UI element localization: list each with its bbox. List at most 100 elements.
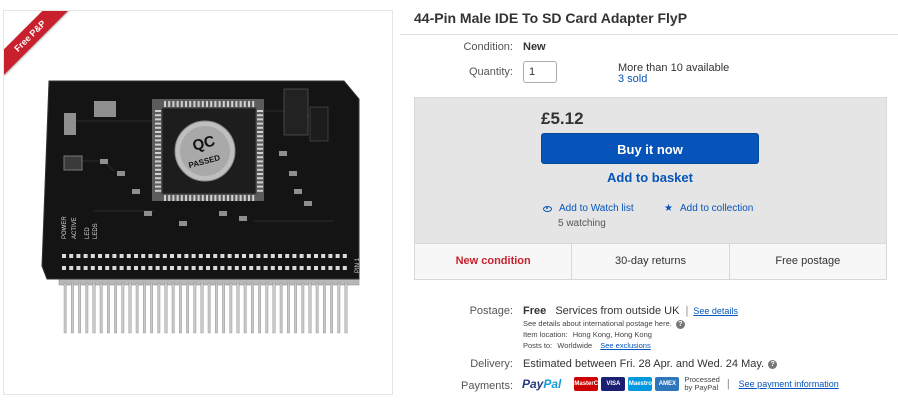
feature-free-postage: Free postage	[775, 255, 841, 267]
delivery-help-icon[interactable]: ?	[768, 359, 778, 369]
chip-leg	[197, 195, 200, 201]
see-payment-info-link[interactable]: See payment information	[739, 379, 839, 389]
header-pin	[114, 282, 118, 334]
header-pin	[207, 282, 211, 334]
chip-leg	[243, 195, 246, 201]
header-hole	[249, 266, 254, 270]
chip-leg	[155, 185, 161, 188]
chip-leg	[155, 122, 161, 125]
chip-leg	[210, 195, 213, 201]
header-hole	[162, 266, 167, 270]
chip-leg	[189, 195, 192, 201]
add-to-basket-button[interactable]: Add to basket	[541, 170, 759, 185]
header-hole	[242, 266, 246, 270]
header-hole	[299, 254, 304, 258]
chip-leg	[155, 181, 161, 184]
header-pin	[272, 282, 276, 334]
header-hole	[321, 266, 326, 270]
chip-leg	[218, 195, 221, 201]
feature-new-condition: New condition	[415, 244, 573, 279]
chip-leg	[214, 101, 217, 107]
chip-leg	[257, 131, 263, 133]
header-hole	[278, 254, 282, 258]
header-pin	[229, 282, 233, 334]
board-label-led: LED	[85, 227, 91, 239]
header-hole	[134, 266, 138, 270]
board-label-leds: LEDS	[93, 223, 99, 239]
header-pin	[279, 282, 283, 334]
header-hole	[134, 254, 138, 258]
help-icon[interactable]: ?	[675, 319, 685, 329]
product-image[interactable]: QC PASSED POWER ACTIVE LED LEDS PIN 1 Fr…	[3, 10, 393, 395]
chip-leg	[168, 101, 171, 107]
processed-by-paypal: Processed by PayPal	[684, 375, 720, 392]
header-pin	[258, 282, 261, 334]
chip-leg	[206, 101, 208, 107]
chip-leg	[155, 110, 161, 112]
buy-it-now-button[interactable]: Buy it now	[541, 133, 759, 164]
chip-leg	[155, 156, 161, 159]
header-hole	[126, 266, 131, 270]
chip-leg	[197, 101, 200, 107]
chip-leg	[193, 195, 196, 201]
chip-leg	[257, 156, 263, 159]
sold-count-link[interactable]: 3 sold	[618, 73, 647, 85]
delivery-label: Delivery:	[470, 358, 513, 370]
chip-leg	[155, 160, 161, 163]
header-hole	[148, 266, 153, 270]
chip-leg	[257, 122, 263, 125]
board-label-active: ACTIVE	[72, 217, 78, 239]
chip-leg	[164, 101, 166, 107]
chip-leg	[227, 195, 229, 201]
header-pin	[315, 282, 319, 334]
chip-leg	[248, 101, 250, 107]
header-pin	[294, 282, 297, 334]
header-pin	[236, 282, 240, 334]
adapter-board-image: QC PASSED POWER ACTIVE LED LEDS PIN 1	[41, 80, 361, 334]
add-to-collection-link[interactable]: ★ Add to collection	[664, 203, 753, 214]
watching-count: 5 watching	[558, 218, 606, 229]
chip-leg	[257, 168, 263, 171]
header-hole	[227, 266, 232, 270]
header-hole	[285, 254, 290, 258]
header-pin	[193, 282, 197, 334]
see-details-link[interactable]: See details	[693, 306, 738, 316]
chip-leg	[231, 195, 234, 201]
chip-leg	[257, 110, 263, 112]
see-exclusions-link[interactable]: See exclusions	[600, 341, 650, 350]
header-pin	[78, 282, 82, 334]
quantity-input[interactable]	[523, 61, 557, 83]
chip-leg	[248, 195, 250, 201]
header-hole	[242, 254, 246, 258]
header-hole	[299, 266, 304, 270]
chip-leg	[235, 101, 238, 107]
chip-leg	[155, 131, 161, 133]
header-hole	[76, 266, 81, 270]
payment-separator: |	[726, 378, 730, 390]
header-pin	[99, 282, 103, 334]
header-hole	[306, 254, 311, 258]
chip-leg	[185, 195, 187, 201]
header-pin	[92, 282, 96, 334]
visa-icon: VISA	[601, 377, 626, 391]
chip-leg	[206, 195, 208, 201]
eye-icon	[543, 205, 552, 212]
chip-leg	[172, 101, 175, 107]
chip-leg	[231, 101, 234, 107]
paypal-logo: PayPal	[522, 377, 562, 391]
header-hole	[321, 254, 326, 258]
maestro-icon: Maestro	[628, 377, 653, 391]
header-pin	[85, 282, 89, 334]
header-pin	[171, 282, 175, 334]
delivery-estimate: Estimated between Fri. 28 Apr. and Wed. …	[523, 358, 765, 370]
header-pin	[164, 282, 168, 334]
delivery-line: Estimated between Fri. 28 Apr. and Wed. …	[523, 358, 778, 370]
title-divider	[400, 34, 898, 35]
add-to-watch-list-link[interactable]: Add to Watch list	[543, 203, 634, 214]
header-hole	[198, 254, 203, 258]
header-pin	[186, 282, 189, 334]
header-hole	[292, 266, 297, 270]
chip-leg	[155, 168, 161, 171]
header-hole	[170, 266, 174, 270]
chip-leg	[180, 195, 183, 201]
